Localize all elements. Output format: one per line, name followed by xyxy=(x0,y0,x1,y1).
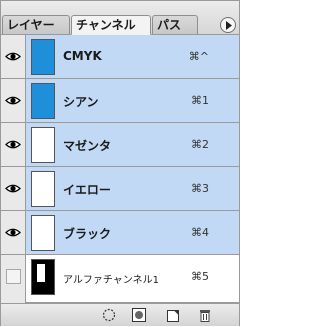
channel-shortcut: ⌘^ xyxy=(188,50,209,63)
tab-channels-label: チャンネル xyxy=(76,18,136,32)
channel-shortcut: ⌘5 xyxy=(191,270,209,283)
channels-panel: レイヤー チャンネル パス CMYK ⌘^ シアン ⌘1 マゼンタ ⌘2 イエロ… xyxy=(0,0,240,326)
channel-row-yellow[interactable]: イエロー ⌘3 xyxy=(1,167,239,211)
tab-paths[interactable]: パス xyxy=(152,15,198,34)
channel-thumbnail xyxy=(31,215,55,251)
visibility-toggle[interactable] xyxy=(1,211,26,254)
visibility-toggle[interactable] xyxy=(1,35,26,78)
new-channel-button[interactable] xyxy=(165,307,181,323)
channel-thumbnail xyxy=(31,259,55,295)
tab-channels[interactable]: チャンネル xyxy=(71,15,151,35)
mask-shape xyxy=(37,264,45,282)
channel-thumbnail xyxy=(31,171,55,207)
channel-row-cmyk[interactable]: CMYK ⌘^ xyxy=(1,35,239,79)
channel-list: CMYK ⌘^ シアン ⌘1 マゼンタ ⌘2 イエロー ⌘3 ブラック ⌘4 ア… xyxy=(1,35,239,303)
channel-name: CMYK xyxy=(63,49,102,63)
eye-icon xyxy=(5,228,21,237)
eye-icon xyxy=(5,140,21,149)
channel-shortcut: ⌘2 xyxy=(191,138,209,151)
channel-name: マゼンタ xyxy=(63,139,112,153)
channel-row-black[interactable]: ブラック ⌘4 xyxy=(1,211,239,255)
tab-layers[interactable]: レイヤー xyxy=(2,15,70,34)
new-channel-icon xyxy=(167,310,179,322)
channel-row-cyan[interactable]: シアン ⌘1 xyxy=(1,79,239,123)
tab-layers-label: レイヤー xyxy=(7,18,55,32)
channel-row-alpha[interactable]: アルファチャンネル1 ⌘5 xyxy=(1,255,239,303)
panel-bottom-bar xyxy=(1,303,239,326)
visibility-toggle[interactable] xyxy=(1,167,26,210)
channel-name: シアン xyxy=(63,95,99,109)
save-selection-as-channel-button[interactable] xyxy=(131,307,147,323)
empty-visibility-box xyxy=(6,269,21,284)
visibility-toggle[interactable] xyxy=(1,123,26,166)
tab-bar: レイヤー チャンネル パス xyxy=(1,1,239,35)
eye-icon xyxy=(5,52,21,61)
eye-icon xyxy=(5,96,21,105)
save-selection-icon xyxy=(132,308,146,322)
visibility-toggle[interactable] xyxy=(1,79,26,122)
load-channel-as-selection-button[interactable] xyxy=(101,307,117,323)
channel-row-magenta[interactable]: マゼンタ ⌘2 xyxy=(1,123,239,167)
channel-shortcut: ⌘3 xyxy=(191,182,209,195)
eye-icon xyxy=(5,184,21,193)
panel-menu-button[interactable] xyxy=(220,17,236,33)
channel-name: イエロー xyxy=(63,183,111,197)
channel-thumbnail xyxy=(31,39,55,75)
channel-shortcut: ⌘1 xyxy=(191,94,209,107)
tab-paths-label: パス xyxy=(157,18,182,32)
play-triangle-icon xyxy=(226,21,232,30)
channel-thumbnail xyxy=(31,127,55,163)
trash-icon xyxy=(200,310,210,322)
channel-name: ブラック xyxy=(63,227,112,241)
channel-name: アルファチャンネル1 xyxy=(63,275,159,286)
delete-channel-button[interactable] xyxy=(197,307,213,323)
channel-shortcut: ⌘4 xyxy=(191,226,209,239)
load-selection-icon xyxy=(102,308,116,322)
visibility-toggle[interactable] xyxy=(1,255,26,303)
channel-thumbnail xyxy=(31,83,55,119)
